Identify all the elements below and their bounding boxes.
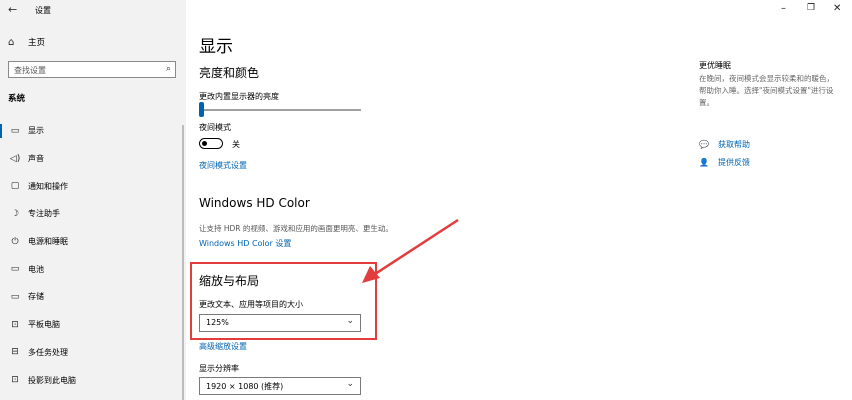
get-help-label: 获取帮助 [718,140,750,149]
feedback-link[interactable]: 👤 提供反馈 [699,157,750,168]
right-pane-description: 在晚间，夜间模式会显示较柔和的暖色，帮助你入睡。选择"夜间模式设置"进行设置。 [699,74,834,107]
feedback-label: 提供反馈 [718,158,750,167]
feedback-icon: 👤 [699,158,709,167]
get-help-link[interactable]: 💬 获取帮助 [699,139,750,150]
help-icon: 💬 [699,140,709,149]
right-pane-title: 更优睡眠 [699,61,731,70]
